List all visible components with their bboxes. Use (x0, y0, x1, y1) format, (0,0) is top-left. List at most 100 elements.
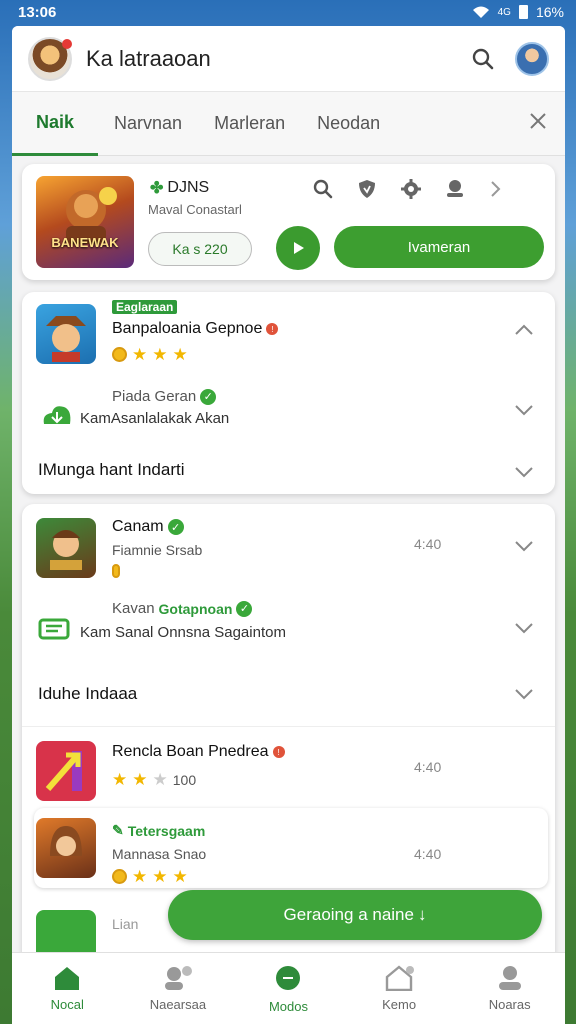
wifi-icon (472, 6, 489, 18)
star-icon: ★ (152, 770, 168, 789)
featured-app-card[interactable]: BANEWAK ✤ DJNS Maval Conastarl Ka s 220 … (22, 164, 555, 280)
house-outline-icon (385, 965, 415, 991)
tab-neodan[interactable]: Neodan (301, 92, 396, 156)
play-icon (294, 242, 304, 254)
ticket-icon (38, 618, 70, 640)
list-item[interactable]: Iduhe Indaaa (22, 676, 555, 716)
app-name-text: Rencla Boan Pnedrea (112, 743, 269, 760)
nav-label: Modos (268, 999, 308, 1014)
nav-label: Noaras (488, 997, 531, 1012)
star-icon: ★ (112, 770, 128, 789)
featured-app-title: ✤ DJNS (150, 178, 209, 198)
row-title: Kavan Gotapnoan ✓ (112, 600, 253, 617)
pin-icon: ✎ (112, 822, 124, 838)
row-subtitle: Kam Sanal Onnsna Sagaintom (80, 624, 286, 641)
people-icon (164, 966, 192, 990)
primary-cta-button[interactable]: Geraoing a naine ↓ (168, 890, 542, 940)
gear-icon[interactable] (400, 178, 422, 200)
chevron-up-icon[interactable] (513, 322, 535, 338)
clover-icon: ✤ (150, 180, 164, 197)
status-icons: 4G 16% (472, 4, 564, 20)
app-tag: Tetersgaam (127, 822, 206, 839)
cta-label: Geraoing a naine (283, 905, 414, 924)
row-title: Iduhe Indaaa (38, 684, 138, 703)
search-icon (472, 48, 494, 69)
chevron-down-icon[interactable] (513, 686, 535, 702)
app-meta-value: 4:40 (414, 536, 442, 552)
close-tabs-button[interactable] (527, 110, 549, 137)
search-button[interactable] (465, 41, 501, 77)
price-chip[interactable]: Ka s 220 (148, 232, 252, 266)
game-character-image (66, 187, 117, 244)
close-icon (530, 113, 546, 129)
app-thumbnail (36, 818, 96, 878)
nav-label: Nocal (50, 997, 84, 1012)
featured-app-subtitle: Maval Conastarl (148, 202, 242, 217)
coin-icon (112, 869, 127, 884)
chevron-right-icon[interactable] (488, 178, 504, 200)
chevron-down-icon[interactable] (513, 620, 535, 636)
hero-character-image (50, 530, 82, 570)
app-tag: Eaglaraan (112, 300, 178, 314)
star-icon: ★ (152, 345, 168, 364)
download-cloud-icon (43, 406, 71, 424)
tab-narvnan[interactable]: Narvnan (98, 92, 198, 156)
list-item[interactable]: Piada Geran ✓ KamAsanlalakak Akan (22, 384, 555, 444)
app-logo[interactable] (28, 36, 72, 81)
list-item[interactable]: Eaglaraan Banpaloania Gepnoe ! ★ ★ ★ (22, 292, 555, 374)
message-icon (276, 966, 301, 990)
row-subtitle: KamAsanlalakak Akan (80, 410, 230, 427)
app-window: Ka latraaoan Naik Narvnan Marleran Neoda… (12, 26, 565, 1024)
row-title-text: Piada Geran (112, 388, 197, 405)
tab-naik[interactable]: Naik (12, 92, 99, 156)
home-icon (55, 967, 80, 990)
star-icon: ★ (152, 867, 168, 886)
battery-percent: 16% (535, 4, 564, 20)
shield-icon[interactable] (356, 178, 378, 200)
check-icon: ✓ (236, 600, 253, 617)
install-button[interactable]: Ivameran (334, 226, 544, 268)
star-icon: ★ (172, 867, 188, 886)
badge-icon: ! (272, 746, 285, 758)
nav-item-home[interactable]: Nocal (12, 953, 123, 1024)
star-icon: ★ (132, 867, 148, 886)
list-item[interactable]: ✎ Tetersgaam Mannasa Snao ★ ★ ★ 4:40 (34, 808, 548, 888)
featured-app-cover-text: BANEWAK (51, 235, 119, 250)
battery-icon (518, 5, 528, 19)
chevron-down-icon[interactable] (513, 402, 535, 418)
app-name-text: Canam (112, 518, 164, 535)
list-item[interactable]: Canam ✓ Fiamnie Srsab 4:40 (22, 504, 555, 588)
arrow-graphic-icon (45, 751, 82, 791)
app-name: Canam ✓ (112, 518, 184, 536)
check-icon: ✓ (200, 388, 217, 405)
nav-item-people[interactable]: Naearsaa (123, 953, 234, 1024)
app-subtitle: Mannasa Snao (112, 846, 207, 862)
signal-label: 4G (497, 6, 511, 18)
rating-stars: ★ ★ ★ (112, 868, 188, 885)
chevron-down-icon[interactable] (513, 464, 535, 480)
profile-icon[interactable] (444, 178, 466, 200)
nav-item-house[interactable]: Kemo (344, 953, 455, 1024)
search-icon[interactable] (312, 178, 334, 200)
list-item[interactable]: Kavan Gotapnoan ✓ Kam Sanal Onnsna Sagai… (22, 596, 555, 656)
nav-item-profile[interactable]: Noaras (454, 953, 565, 1024)
arrow-down-icon: ↓ (417, 905, 427, 924)
list-item[interactable]: Rencla Boan Pnedrea ! ★ ★ ★ 100 4:40 (22, 726, 555, 810)
top-app-bar: Ka latraaoan (12, 26, 565, 92)
app-name: Rencla Boan Pnedrea ! (112, 743, 285, 761)
nav-item-messages[interactable]: Modos (233, 953, 344, 1024)
list-item[interactable]: IMunga hant Indarti (22, 452, 555, 492)
app-name: Lian (112, 916, 139, 932)
featured-app-cover[interactable]: BANEWAK (36, 176, 134, 268)
row-title-prefix: Kavan (112, 600, 155, 617)
chevron-down-icon[interactable] (513, 538, 535, 554)
app-meta-value: 4:40 (414, 759, 442, 775)
tab-marleran[interactable]: Marleran (198, 92, 301, 156)
app-name-text: Banpaloania Gepnoe (112, 320, 263, 337)
app-tag-row: ✎ Tetersgaam (112, 822, 205, 839)
avatar[interactable] (515, 41, 549, 76)
app-subtitle: Fiamnie Srsab (112, 542, 203, 558)
star-icon: ★ (132, 770, 148, 789)
status-time: 13:06 (18, 3, 57, 21)
play-button[interactable] (276, 226, 320, 270)
